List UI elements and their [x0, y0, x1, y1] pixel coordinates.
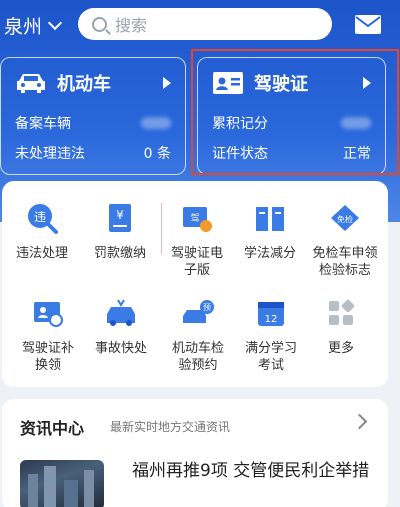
- service-e-license[interactable]: 驾 驾驶证电 子版: [157, 201, 237, 279]
- car-icon: [17, 74, 45, 93]
- arrow-right-icon: [163, 77, 171, 89]
- vehicle-card[interactable]: 机动车 备案车辆 未处理违法 0 条: [0, 57, 186, 175]
- more-grid-icon: [329, 299, 355, 325]
- id-card-icon: [213, 72, 243, 94]
- news-title: 资讯中心: [20, 419, 85, 438]
- license-replace-icon: [34, 302, 63, 327]
- license-status-row: 证件状态 正常: [212, 138, 371, 168]
- svg-text:免检: 免检: [337, 214, 353, 224]
- service-label: 免检车申领 检验标志: [312, 246, 378, 278]
- service-more[interactable]: 更多: [301, 296, 381, 357]
- accident-icon: [107, 299, 135, 326]
- svg-text:违: 违: [34, 210, 46, 224]
- unprocessed-violations-row: 未处理违法 0 条: [15, 138, 171, 168]
- service-label: 驾驶证补 换领: [21, 341, 74, 373]
- service-label: 学法减分: [243, 246, 296, 261]
- license-card[interactable]: 驾驶证 累积记分 证件状态 正常: [197, 57, 386, 175]
- accumulated-points-label: 累积记分: [212, 116, 268, 132]
- calendar-exam-icon: 12: [258, 302, 284, 326]
- unprocessed-violations-value: 0 条: [143, 146, 171, 162]
- unprocessed-violations-label: 未处理违法: [15, 146, 85, 162]
- news-center: 资讯中心 最新实时地方交通资讯 福州再推9项 交管便民利企举措: [2, 399, 388, 507]
- chevron-down-icon: [47, 15, 63, 31]
- service-label: 满分学习 考试: [244, 341, 297, 373]
- news-headline[interactable]: 福州再推9项 交管便民利企举措: [132, 459, 378, 483]
- violation-search-icon: 违: [28, 204, 58, 234]
- city-name: 泉州: [4, 16, 43, 38]
- service-label: 罚款缴纳: [93, 246, 146, 261]
- news-subtitle: 最新实时地方交通资讯: [110, 420, 231, 434]
- service-accident-quick[interactable]: 事故快处: [81, 296, 161, 357]
- search-placeholder: 搜索: [115, 16, 148, 35]
- arrow-right-icon: [363, 77, 371, 89]
- vehicle-card-title: 机动车: [57, 74, 111, 95]
- service-label: 违法处理: [15, 246, 68, 261]
- service-label: 更多: [327, 341, 354, 356]
- exempt-inspection-icon: 免检: [331, 205, 359, 231]
- service-license-replace[interactable]: 驾驶证补 换领: [8, 296, 88, 374]
- license-card-title: 驾驶证: [254, 74, 308, 95]
- service-full-points-exam[interactable]: 12 满分学习 考试: [231, 296, 311, 374]
- registered-vehicles-label: 备案车辆: [15, 116, 71, 132]
- svg-text:驾: 驾: [190, 213, 199, 224]
- service-inspection-booking[interactable]: 预 机动车检 验预约: [158, 296, 238, 374]
- service-label: 驾驶证电 子版: [170, 246, 223, 278]
- service-label: 事故快处: [94, 341, 147, 356]
- svg-text:预: 预: [203, 302, 211, 312]
- service-label: 机动车检 验预约: [171, 341, 224, 373]
- e-license-icon: 驾: [183, 207, 212, 232]
- search-icon: [92, 16, 107, 32]
- service-law-study-points[interactable]: 学法减分: [230, 201, 310, 262]
- news-thumbnail[interactable]: [20, 460, 104, 507]
- license-status-label: 证件状态: [212, 146, 268, 162]
- mail-icon[interactable]: [355, 15, 381, 34]
- chevron-right-icon[interactable]: [351, 413, 368, 430]
- search-input[interactable]: 搜索: [78, 8, 332, 40]
- accumulated-points-row: 累积记分: [212, 108, 371, 138]
- svg-text:12: 12: [265, 314, 278, 325]
- registered-vehicles-row: 备案车辆: [15, 108, 171, 138]
- inspection-booking-icon: 预: [183, 300, 214, 323]
- accumulated-points-value-redacted: [341, 117, 371, 129]
- registered-vehicles-value-redacted: [141, 117, 171, 129]
- book-icon: [256, 207, 284, 231]
- fine-payment-icon: ¥: [109, 204, 131, 232]
- city-selector[interactable]: 泉州: [4, 12, 63, 39]
- service-grid: 违 违法处理 ¥ 罚款缴纳 驾 驾驶证电 子版 学法减分 免检 免检车申领 检验…: [2, 181, 388, 387]
- service-violation-handling[interactable]: 违 违法处理: [2, 201, 82, 262]
- service-fine-payment[interactable]: ¥ 罚款缴纳: [80, 201, 160, 262]
- service-exempt-inspection[interactable]: 免检 免检车申领 检验标志: [305, 201, 385, 279]
- license-status-value: 正常: [343, 146, 371, 162]
- svg-text:¥: ¥: [116, 208, 124, 222]
